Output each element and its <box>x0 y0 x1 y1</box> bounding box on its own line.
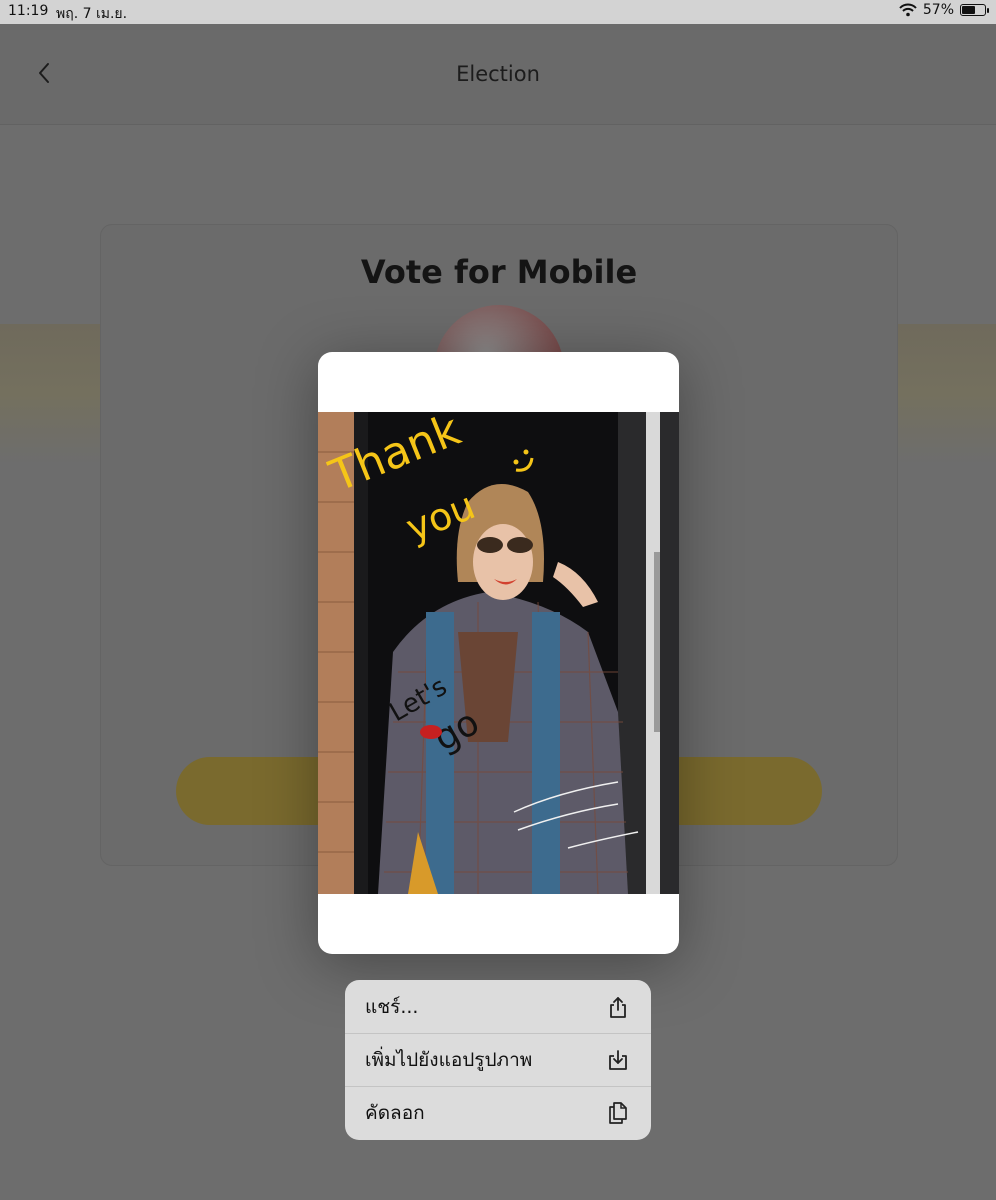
status-time: 11:19 <box>8 3 49 19</box>
card-title: Vote for Mobile <box>360 253 638 291</box>
share-icon <box>610 996 626 1018</box>
menu-label-copy: คัดลอก <box>365 1102 425 1124</box>
status-date: พฤ. 7 เม.ย. <box>56 6 128 22</box>
battery-percent: 57% <box>922 2 954 18</box>
candidate-photo: Thank you Let's go <box>318 412 679 894</box>
menu-label-save-to-photos: เพิ่มไปยังแอปรูปภาพ <box>365 1049 533 1071</box>
page-title: Election <box>456 62 540 86</box>
status-bar: 11:19 พฤ. 7 เม.ย. 57% <box>0 0 996 24</box>
battery-icon <box>960 4 989 16</box>
menu-item-save-to-photos[interactable]: เพิ่มไปยังแอปรูปภาพ <box>345 1033 651 1086</box>
status-right: 57% <box>899 2 989 18</box>
image-preview[interactable]: Thank you Let's go <box>318 352 679 954</box>
navigation-bar: Election <box>0 24 996 125</box>
menu-item-share[interactable]: แชร์... <box>345 980 651 1033</box>
menu-item-copy[interactable]: คัดลอก <box>345 1086 651 1139</box>
menu-label-share: แชร์... <box>365 995 419 1018</box>
copy-icon <box>609 1102 627 1124</box>
wifi-icon <box>899 3 917 17</box>
save-to-photos-icon <box>609 1050 627 1070</box>
context-menu: แชร์... เพิ่มไปยังแอปรูปภาพ คัดลอก <box>345 980 651 1140</box>
